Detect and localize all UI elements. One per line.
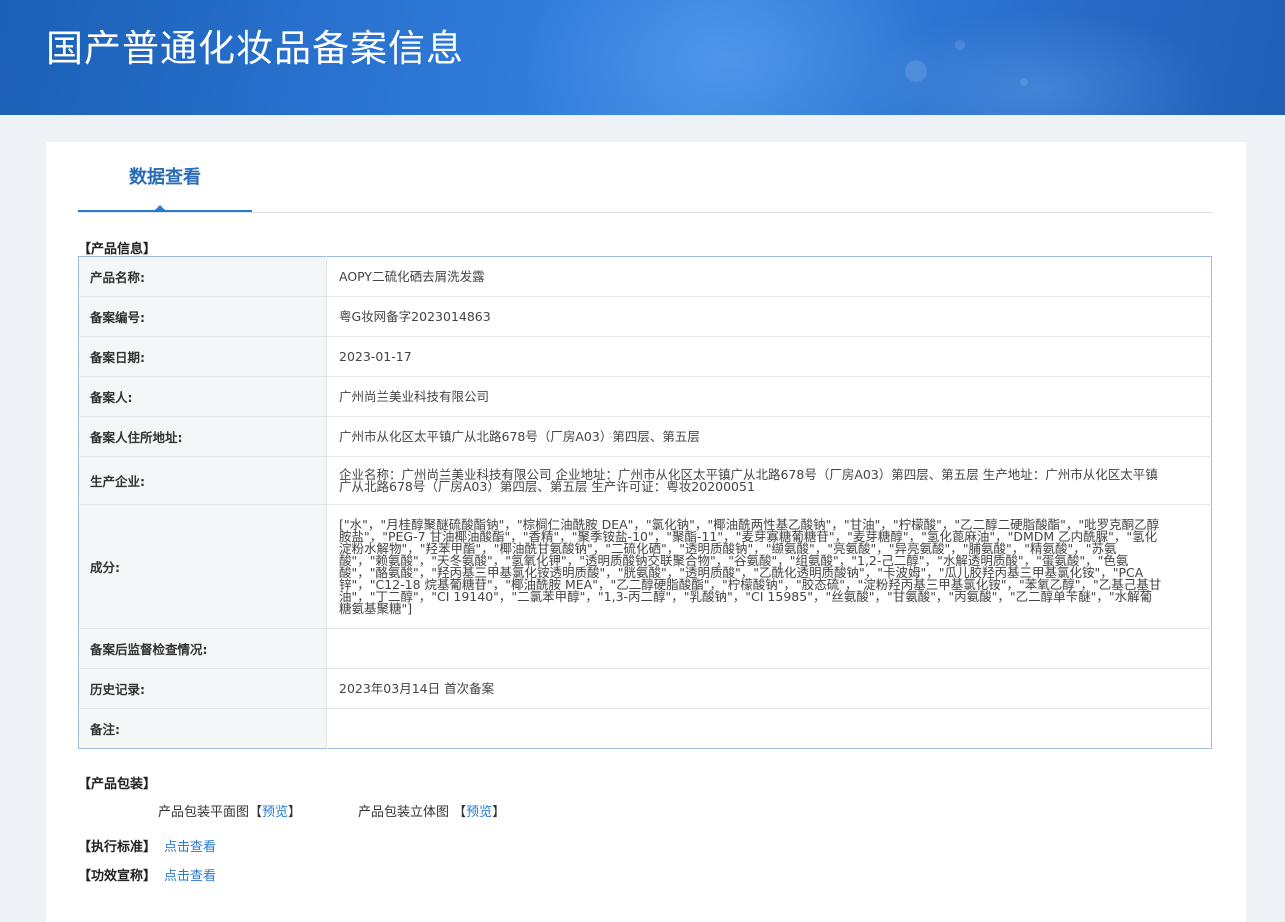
- bracket-open: 【: [453, 805, 467, 820]
- banner-dot: [905, 60, 927, 82]
- row-value: 广州市从化区太平镇广从北路678号（厂房A03）第四层、第五层: [326, 416, 1212, 457]
- bracket-close: 】: [492, 805, 506, 820]
- page-title: 国产普通化妆品备案信息: [46, 27, 464, 70]
- table-row: 备注:: [78, 708, 1212, 749]
- banner-dot: [955, 40, 965, 50]
- efficacy-label: 【功效宣称】: [78, 869, 157, 884]
- product-info-table: 产品名称: AOPY二硫化硒去屑洗发露 备案编号: 粤G妆网备字20230148…: [78, 256, 1212, 749]
- table-row: 备案人住所地址: 广州市从化区太平镇广从北路678号（厂房A03）第四层、第五层: [78, 416, 1212, 457]
- bracket-open: 【: [249, 805, 263, 820]
- standard-label: 【执行标准】: [78, 840, 157, 855]
- product-info-heading: 【产品信息】: [78, 242, 157, 257]
- row-key: 备案日期:: [78, 336, 327, 377]
- row-value: 2023年03月14日 首次备案: [326, 668, 1212, 709]
- table-row: 历史记录: 2023年03月14日 首次备案: [78, 668, 1212, 709]
- packaging-flat-label: 产品包装平面图: [158, 805, 250, 820]
- efficacy-row: 【功效宣称】 点击查看: [78, 865, 216, 884]
- row-key: 成分:: [78, 504, 327, 629]
- table-row: 产品名称: AOPY二硫化硒去屑洗发露: [78, 256, 1212, 297]
- tab-label: 数据查看: [129, 167, 201, 188]
- table-row: 成分: ["水"，"月桂醇聚醚硫酸酯钠"，"棕榈仁油酰胺 DEA"，"氯化钠"，…: [78, 504, 1212, 629]
- packaging-stereo-preview-link[interactable]: 预览: [466, 805, 492, 820]
- packaging-stereo-row: 产品包装立体图 【预览】: [358, 801, 505, 820]
- row-key: 备案后监督检查情况:: [78, 628, 327, 669]
- row-value: ["水"，"月桂醇聚醚硫酸酯钠"，"棕榈仁油酰胺 DEA"，"氯化钠"，"椰油酰…: [326, 504, 1212, 629]
- efficacy-view-link[interactable]: 点击查看: [164, 869, 216, 884]
- table-row: 备案日期: 2023-01-17: [78, 336, 1212, 377]
- row-key: 历史记录:: [78, 668, 327, 709]
- row-value: [327, 709, 1212, 749]
- table-row: 生产企业: 企业名称：广州尚兰美业科技有限公司 企业地址：广州市从化区太平镇广从…: [78, 456, 1212, 505]
- content-card: 数据查看 【产品信息】 产品名称: AOPY二硫化硒去屑洗发露 备案编号: 粤G…: [46, 142, 1246, 922]
- row-value: 2023-01-17: [326, 336, 1212, 377]
- packaging-flat-row: 产品包装平面图【预览】: [158, 801, 301, 820]
- row-value: [326, 628, 1212, 669]
- row-value: AOPY二硫化硒去屑洗发露: [326, 256, 1212, 297]
- tab-bar: 数据查看: [78, 142, 1214, 213]
- header-banner: 国产普通化妆品备案信息: [0, 0, 1285, 115]
- banner-dot: [1020, 78, 1028, 86]
- table-row: 备案编号: 粤G妆网备字2023014863: [78, 296, 1212, 337]
- packaging-flat-preview-link[interactable]: 预览: [262, 805, 288, 820]
- table-row: 备案人: 广州尚兰美业科技有限公司: [78, 376, 1212, 417]
- row-key: 备案人:: [78, 376, 327, 417]
- row-key: 产品名称:: [78, 256, 327, 297]
- packaging-stereo-label: 产品包装立体图: [358, 805, 450, 820]
- tab-indicator-caret: [153, 205, 167, 212]
- standard-view-link[interactable]: 点击查看: [164, 840, 216, 855]
- tab-data-view[interactable]: 数据查看: [78, 142, 252, 212]
- row-key: 生产企业:: [78, 456, 327, 505]
- row-value: 企业名称：广州尚兰美业科技有限公司 企业地址：广州市从化区太平镇广从北路678号…: [326, 456, 1212, 505]
- standard-row: 【执行标准】 点击查看: [78, 836, 216, 855]
- bracket-close: 】: [288, 805, 302, 820]
- row-key: 备案人住所地址:: [78, 416, 327, 457]
- row-value: 粤G妆网备字2023014863: [326, 296, 1212, 337]
- row-key: 备注:: [78, 708, 327, 749]
- row-key: 备案编号:: [78, 296, 327, 337]
- packaging-heading: 【产品包装】: [78, 777, 157, 792]
- row-value: 广州尚兰美业科技有限公司: [326, 376, 1212, 417]
- table-row: 备案后监督检查情况:: [78, 628, 1212, 669]
